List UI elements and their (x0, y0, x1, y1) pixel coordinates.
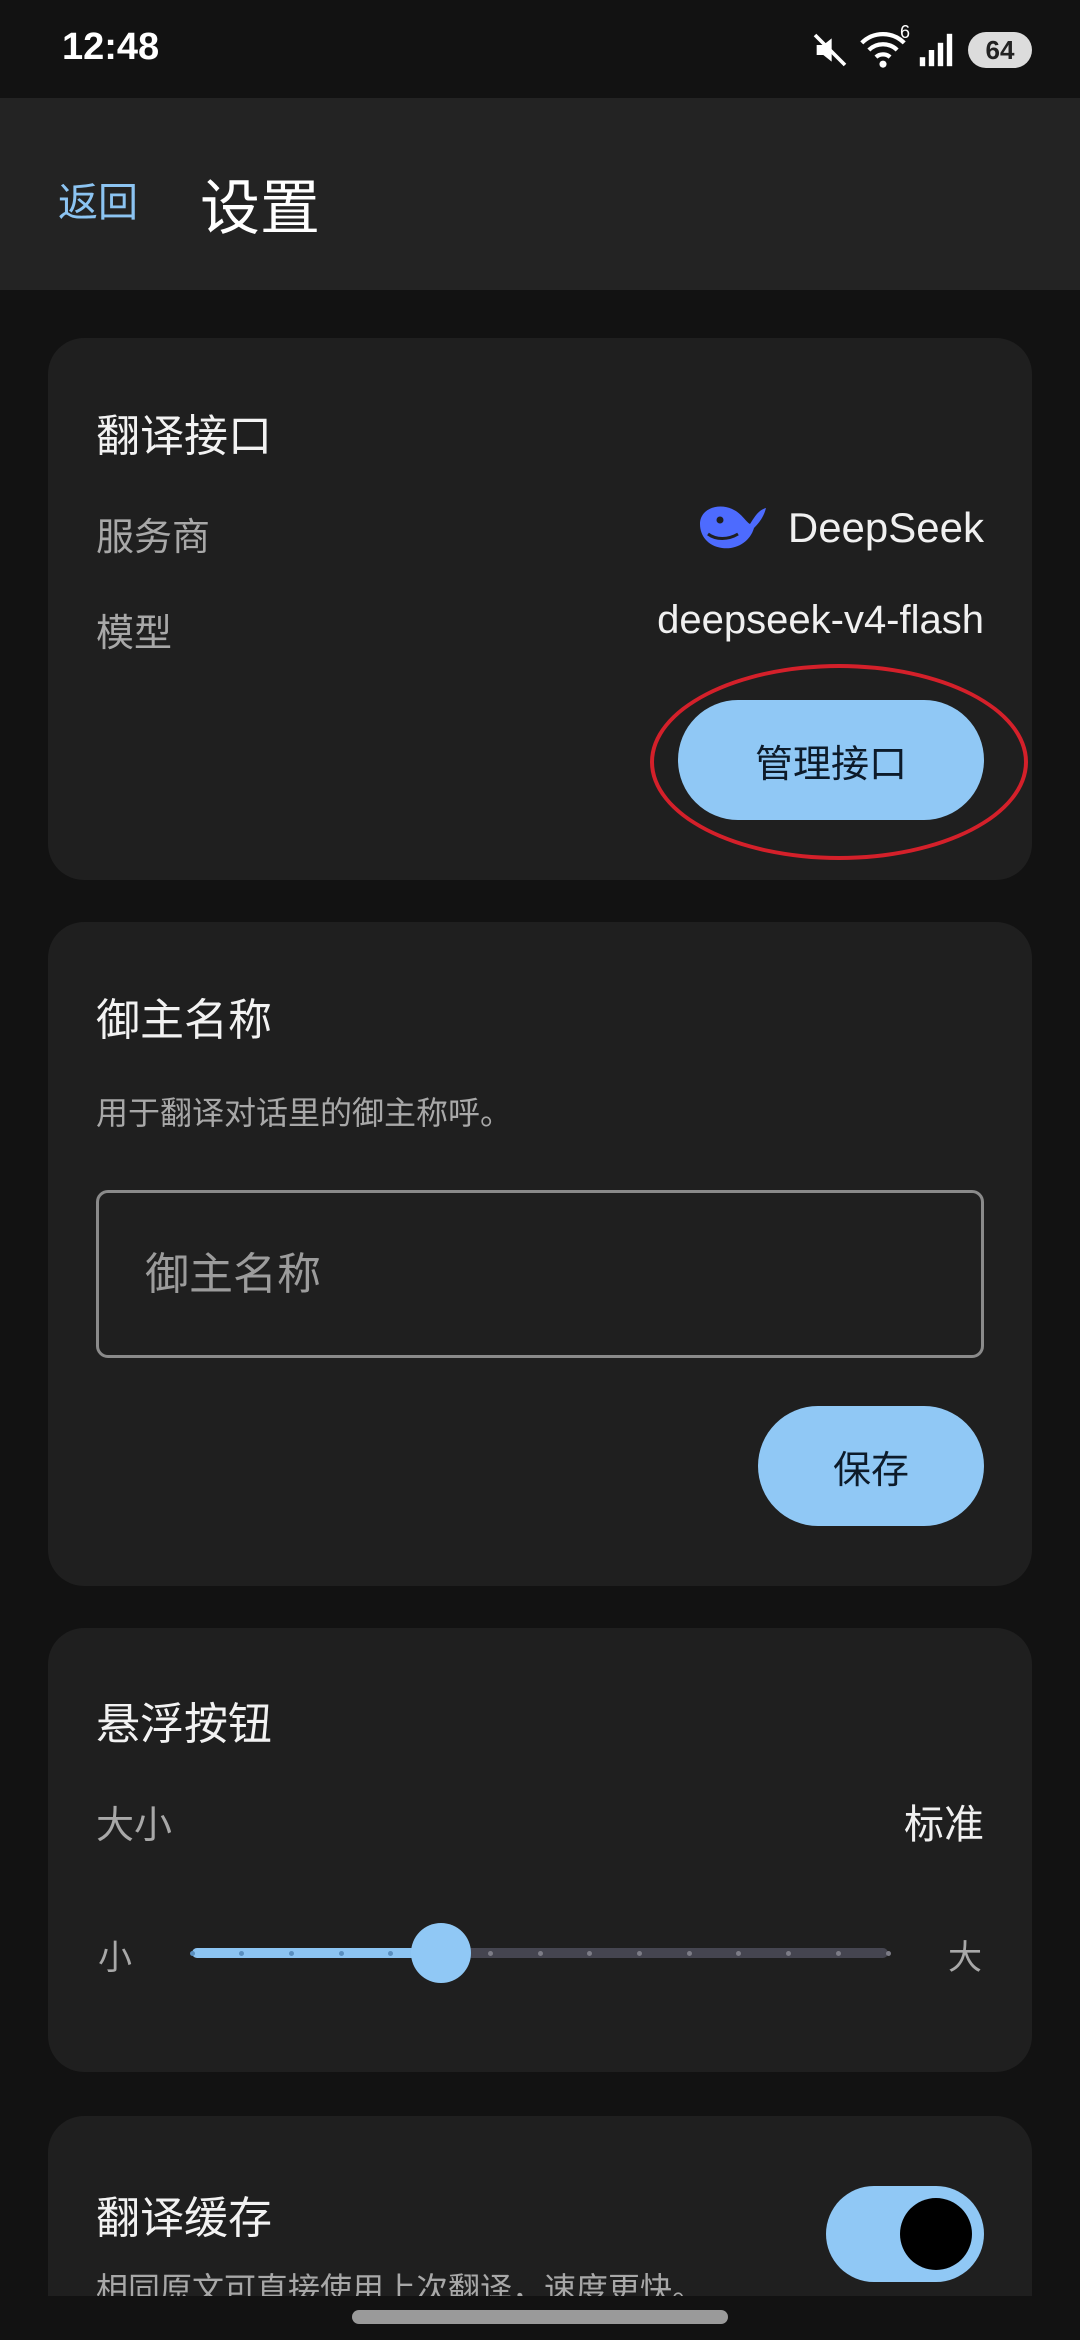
size-value: 标准 (904, 1802, 984, 1848)
model-label: 模型 (96, 611, 173, 655)
provider-label: 服务商 (96, 515, 211, 559)
wifi-badge: 6 (899, 22, 910, 42)
mute-icon (810, 30, 850, 70)
deepseek-whale-icon (694, 498, 770, 558)
slider-step-dot (786, 1951, 792, 1956)
card-title-floating-button: 悬浮按钮 (96, 1699, 272, 1750)
slider-step-dot (587, 1951, 593, 1956)
signal-icon (918, 32, 954, 68)
lord-name-input[interactable] (96, 1190, 984, 1358)
back-button[interactable]: 返回 (58, 170, 138, 228)
status-bar: 12:48 6 64 (0, 0, 1080, 98)
slider-thumb[interactable] (410, 1923, 471, 1983)
status-icons: 6 64 (810, 22, 1032, 72)
size-slider[interactable] (189, 1923, 891, 1983)
translation-cache-toggle[interactable] (826, 2186, 984, 2282)
battery-icon: 64 (968, 32, 1032, 68)
card-title-lord-name: 御主名称 (96, 995, 272, 1046)
slider-step-dot (636, 1951, 642, 1956)
lord-name-description: 用于翻译对话里的御主称呼。 (96, 1094, 513, 1132)
size-label: 大小 (96, 1803, 173, 1847)
model-value: deepseek-v4-flash (657, 598, 984, 642)
toggle-knob (900, 2198, 972, 2270)
provider-name: DeepSeek (787, 504, 984, 551)
slider-step-dot (835, 1951, 841, 1956)
slider-step-dot (288, 1951, 294, 1956)
top-app-bar: 返回 设置 (0, 98, 1080, 290)
home-indicator[interactable] (352, 2310, 728, 2324)
status-time: 12:48 (62, 26, 160, 68)
card-title-translation-api: 翻译接口 (96, 411, 272, 462)
settings-screen: 12:48 6 64 返回 设置 翻译接口 服务商 DeepSeek 模型 de… (0, 0, 1080, 2340)
slider-step-dot (736, 1951, 742, 1956)
provider-value: DeepSeek (694, 498, 984, 558)
slider-step-dot (885, 1951, 891, 1956)
slider-min-label: 小 (98, 1938, 132, 1978)
lord-name-card: 御主名称 用于翻译对话里的御主称呼。 保存 (48, 922, 1032, 1586)
page-title: 设置 (200, 174, 320, 244)
slider-step-dot (487, 1951, 493, 1956)
card-title-translation-cache: 翻译缓存 (96, 2193, 272, 2244)
slider-step-dot (189, 1951, 195, 1956)
wifi-icon: 6 (860, 22, 910, 70)
manage-api-button[interactable]: 管理接口 (678, 700, 984, 820)
slider-step-dot (338, 1951, 344, 1956)
slider-max-label: 大 (948, 1938, 982, 1978)
slider-step-dot (537, 1951, 543, 1956)
save-button[interactable]: 保存 (758, 1406, 984, 1526)
slider-fill (192, 1948, 441, 1958)
slider-step-dot (686, 1951, 692, 1956)
translation-api-card: 翻译接口 服务商 DeepSeek 模型 deepseek-v4-flash 管… (48, 338, 1032, 880)
floating-button-card: 悬浮按钮 大小 标准 小 大 (48, 1628, 1032, 2072)
